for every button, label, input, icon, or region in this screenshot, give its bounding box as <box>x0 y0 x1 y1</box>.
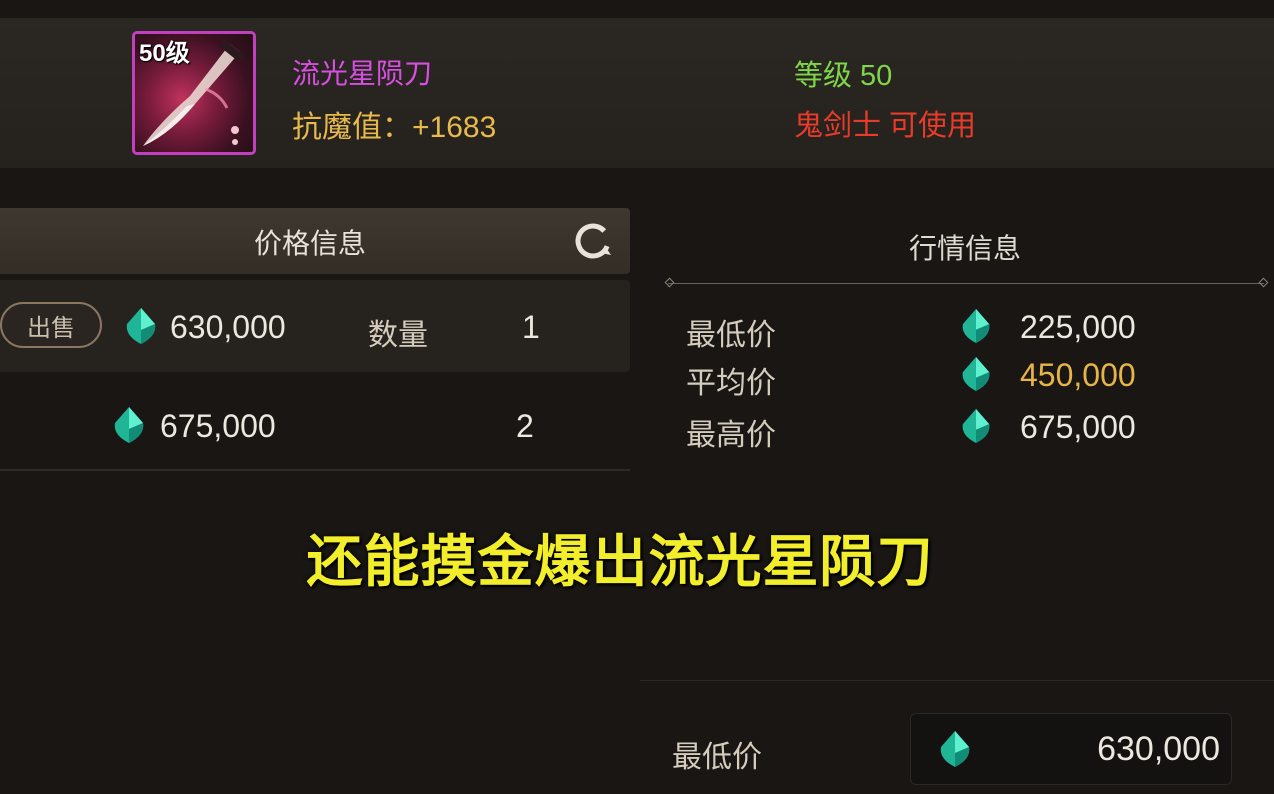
sell-button[interactable]: 出售 <box>0 302 102 348</box>
refresh-icon <box>575 223 611 259</box>
lowest-price-value: 225,000 <box>1020 309 1136 345</box>
gem-currency-icon <box>938 729 972 774</box>
item-required-level: 等级 50 <box>794 60 893 92</box>
sell-price-label: 最低价 <box>672 741 762 774</box>
item-name: 流光星陨刀 <box>292 58 433 89</box>
sell-price-value: 630,000 <box>1097 730 1220 768</box>
listing-price: 630,000 <box>170 309 286 345</box>
gem-currency-icon <box>960 355 992 398</box>
highest-price-label: 最高价 <box>686 419 776 452</box>
video-caption: 还能摸金爆出流光星陨刀 <box>306 530 934 593</box>
gem-currency-icon <box>960 407 992 450</box>
market-info-title: 行情信息 <box>908 233 1021 264</box>
gem-currency-icon <box>124 306 158 351</box>
average-price-label: 平均价 <box>686 367 776 400</box>
listing-quantity: 1 <box>522 309 540 345</box>
market-divider <box>668 283 1264 284</box>
average-price-value: 450,000 <box>1020 357 1136 393</box>
lowest-price-label: 最低价 <box>686 319 776 352</box>
highest-price-value: 675,000 <box>1020 409 1136 445</box>
item-class-requirement: 鬼剑士 可使用 <box>794 110 977 142</box>
listing-price: 675,000 <box>160 408 276 444</box>
gem-currency-icon <box>960 307 992 350</box>
quantity-label: 数量 <box>368 319 428 352</box>
item-level-badge: 50级 <box>139 40 190 67</box>
listing-row[interactable] <box>0 380 630 468</box>
divider-cap <box>1258 277 1269 288</box>
price-info-title: 价格信息 <box>253 228 366 259</box>
form-divider <box>640 680 1274 681</box>
refresh-button[interactable] <box>570 218 616 264</box>
divider-cap <box>664 277 675 288</box>
item-stat: 抗魔值：+1683 <box>292 111 497 144</box>
listing-quantity: 2 <box>516 408 534 444</box>
row-divider <box>0 469 630 471</box>
gem-currency-icon <box>112 405 146 450</box>
